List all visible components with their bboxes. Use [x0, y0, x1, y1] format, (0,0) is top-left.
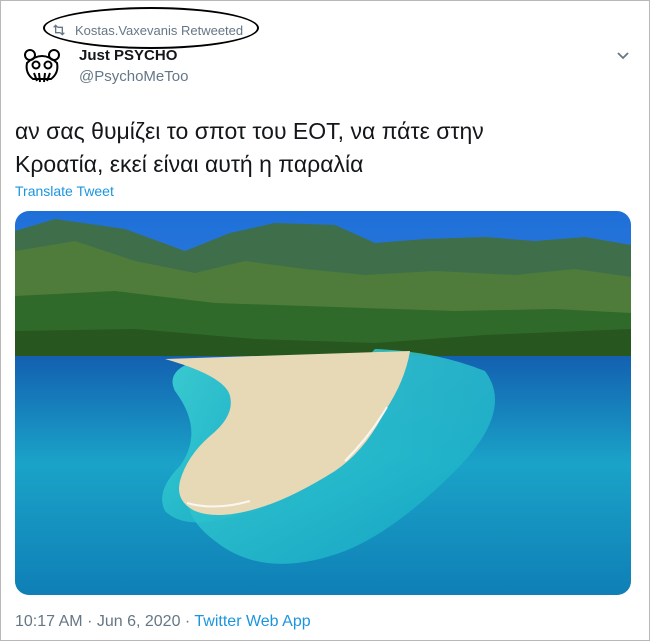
author-handle[interactable]: @PsychoMeToo	[79, 68, 188, 85]
footer-separator: ·	[184, 613, 191, 630]
bear-logo-icon[interactable]	[21, 45, 63, 87]
tweet-photo[interactable]	[15, 211, 631, 595]
tweet-footer: 10:17 AM · Jun 6, 2020 · Twitter Web App	[15, 613, 311, 631]
footer-separator: ·	[87, 613, 93, 630]
tweet-source-app[interactable]: Twitter Web App	[194, 613, 310, 630]
tweet-time[interactable]: 10:17 AM	[15, 613, 83, 630]
retweet-header[interactable]: Kostas.Vaxevanis Retweeted	[51, 20, 243, 40]
tweet-card: Kostas.Vaxevanis Retweeted Just PSYCHO @…	[0, 0, 650, 641]
tweet-text: αν σας θυμίζει το σποτ του ΕΟΤ, να πάτε …	[15, 118, 484, 177]
author-display-name[interactable]: Just PSYCHO	[79, 47, 177, 64]
translate-tweet-link[interactable]: Translate Tweet	[15, 183, 114, 199]
retweet-icon	[53, 24, 65, 36]
chevron-down-icon[interactable]	[615, 47, 631, 63]
tweet-date[interactable]: Jun 6, 2020	[97, 613, 181, 630]
retweet-text: Kostas.Vaxevanis Retweeted	[75, 22, 244, 38]
